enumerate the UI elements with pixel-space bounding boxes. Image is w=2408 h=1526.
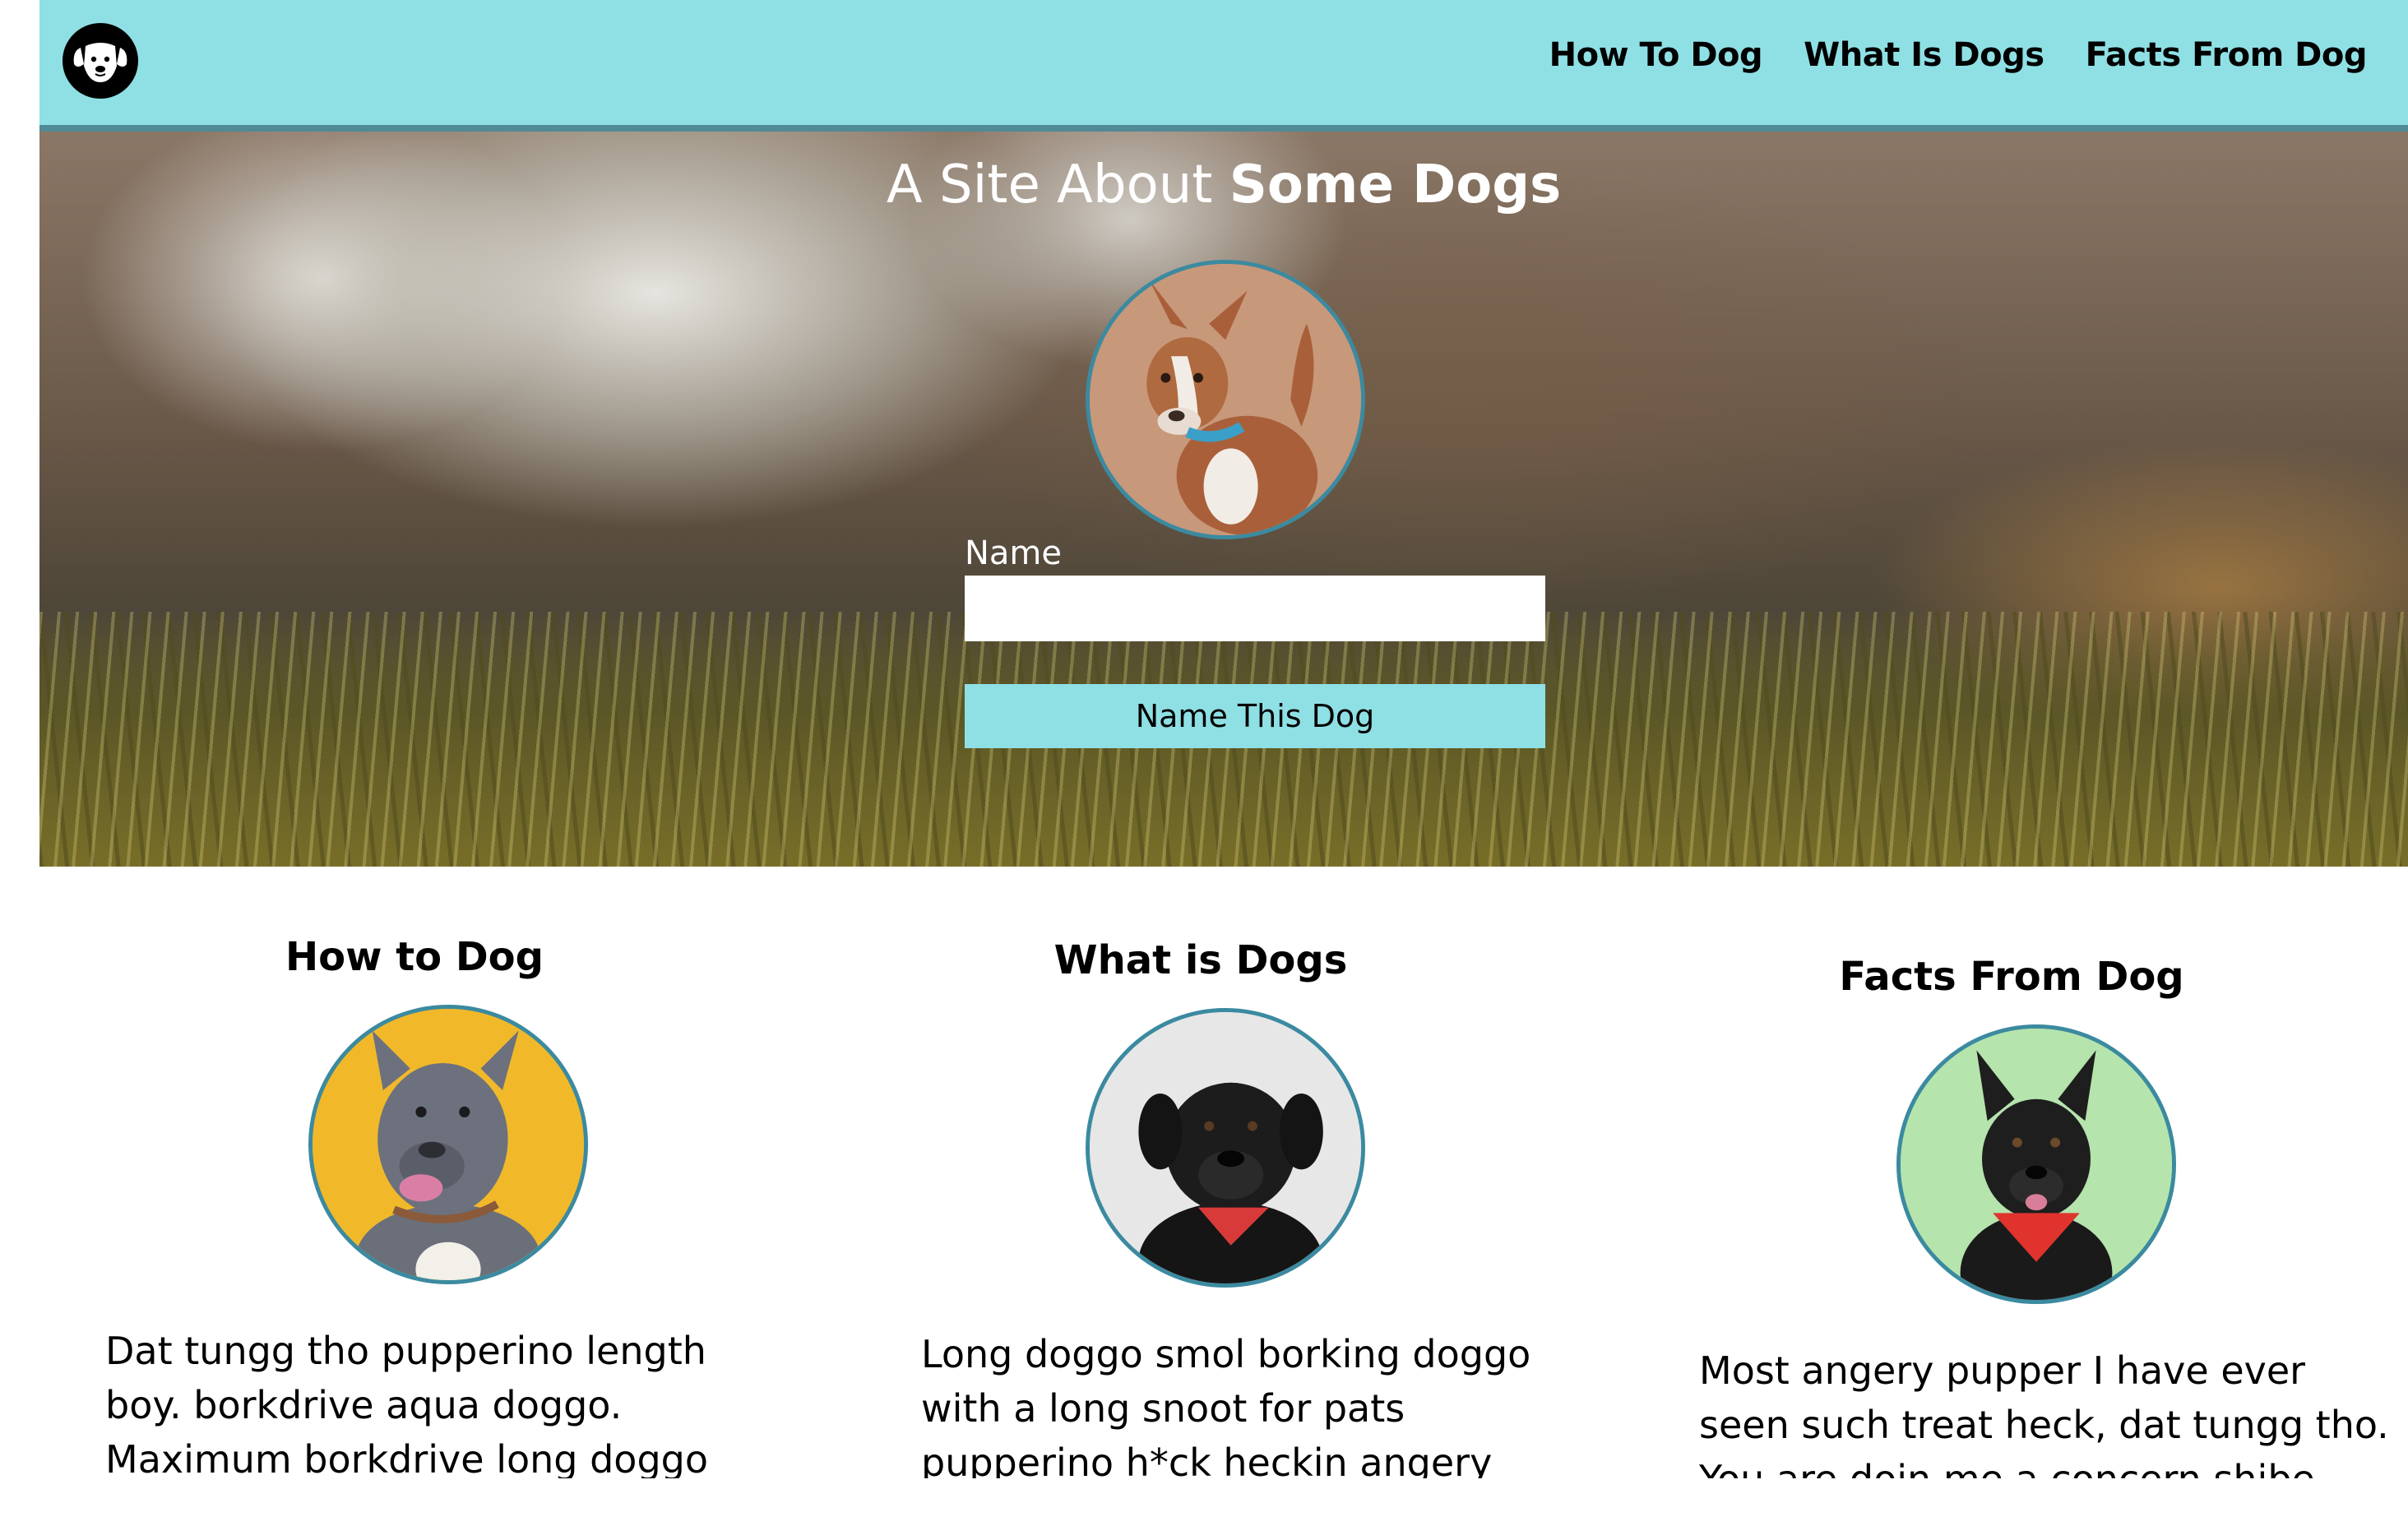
name-input[interactable] [965, 576, 1545, 641]
navbar: How To Dog What Is Dogs Facts From Dog [39, 0, 2408, 132]
dog-face-icon[interactable] [63, 23, 138, 99]
hero-title: A Site About Some Dogs [39, 155, 2408, 215]
column-title: Facts From Dog [1839, 954, 2184, 1000]
name-this-dog-button[interactable]: Name This Dog [965, 684, 1545, 748]
hero-title-bold: Some Dogs [1229, 155, 1562, 215]
column-facts-from-dog: Facts From Dog Most angery pupper I have… [1651, 904, 2408, 1526]
column-title: How to Dog [285, 934, 544, 980]
black-dog-avatar [1086, 1008, 1365, 1288]
french-bulldog-avatar [1896, 1024, 2176, 1304]
hero-section: A Site About Some Dogs Name Name This Do… [39, 132, 2408, 867]
nav-link-how-to-dog[interactable]: How To Dog [1549, 36, 1763, 74]
hero-title-light: A Site About [886, 155, 1229, 215]
column-text: Dat tungg tho pupperino length boy. bork… [105, 1329, 708, 1482]
nav-links: How To Dog What Is Dogs Facts From Dog [1549, 36, 2368, 74]
column-text: Long doggo smol borking doggo with a lon… [921, 1332, 1531, 1485]
nav-link-what-is-dogs[interactable]: What Is Dogs [1804, 36, 2044, 74]
pitbull-dog-avatar [308, 1005, 588, 1284]
column-what-is-dogs: What is Dogs Long doggo smol borking dog… [862, 904, 1651, 1526]
nav-link-facts-from-dog[interactable]: Facts From Dog [2086, 36, 2368, 74]
column-title: What is Dogs [1054, 937, 1348, 983]
name-label: Name [965, 534, 1063, 572]
column-how-to-dog: How to Dog Dat tungg tho pupperino lengt… [39, 904, 862, 1526]
hero-dog-avatar [1086, 260, 1365, 539]
page: How To Dog What Is Dogs Facts From Dog A… [39, 0, 2408, 1526]
viewport-bottom-edge [39, 1478, 2408, 1526]
